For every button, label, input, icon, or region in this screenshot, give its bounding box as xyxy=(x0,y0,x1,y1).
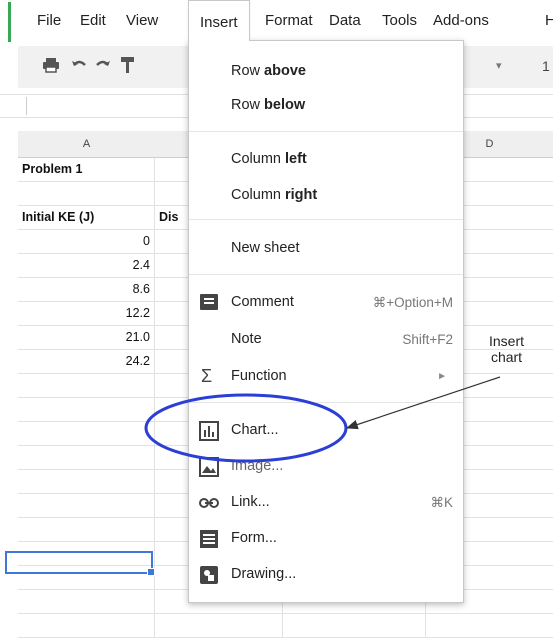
row-below-prefix: Row xyxy=(231,97,265,113)
cell-a8[interactable]: 21.0 xyxy=(18,326,155,349)
menu-view[interactable]: View xyxy=(126,12,158,30)
cell-d20[interactable] xyxy=(426,614,553,637)
menu-addons[interactable]: Add-ons xyxy=(433,12,489,30)
cell-a3[interactable]: Initial KE (J) xyxy=(18,206,155,229)
comment-icon xyxy=(199,293,219,313)
column-header-a[interactable]: A xyxy=(18,131,156,158)
menu-item-column-left[interactable]: Column left xyxy=(189,144,463,176)
form-icon xyxy=(199,529,219,549)
cell-c20[interactable] xyxy=(283,614,426,637)
menu-item-comment[interactable]: Comment ⌘+Option+M xyxy=(189,287,463,319)
menu-item-image[interactable]: Image... xyxy=(189,451,463,483)
row-above-prefix: Row xyxy=(231,63,265,79)
cell-a15[interactable] xyxy=(18,494,155,517)
annotation-line-2: chart xyxy=(490,349,523,365)
menu-item-note[interactable]: Note Shift+F2 xyxy=(189,324,463,356)
menu-tools[interactable]: Tools xyxy=(382,12,417,30)
menu-format[interactable]: Format xyxy=(265,12,313,30)
column-left-prefix: Column xyxy=(231,151,285,167)
menu-divider xyxy=(189,219,463,220)
link-label: Link... xyxy=(231,494,270,510)
undo-icon[interactable] xyxy=(70,56,88,79)
annotation-label: Insert chart xyxy=(489,333,524,365)
selected-cell[interactable] xyxy=(5,551,155,576)
redo-icon[interactable] xyxy=(94,56,112,79)
sigma-icon: Σ xyxy=(201,366,213,386)
chart-icon xyxy=(199,421,219,441)
insert-menu: Row above Row below Column left Column r… xyxy=(188,40,464,603)
column-right-bold: right xyxy=(285,187,318,203)
menu-data[interactable]: Data xyxy=(329,12,361,30)
chart-label: Chart... xyxy=(231,422,279,438)
row-below-bold: below xyxy=(264,97,306,113)
link-shortcut: ⌘K xyxy=(430,495,453,510)
cell-a16[interactable] xyxy=(18,518,155,541)
menu-file[interactable]: File xyxy=(37,12,61,30)
cell-a20[interactable] xyxy=(18,614,155,637)
comment-shortcut: ⌘+Option+M xyxy=(372,295,453,310)
menu-item-link[interactable]: Link... ⌘K xyxy=(189,487,463,519)
cell-a2[interactable] xyxy=(18,182,155,205)
function-label: Function xyxy=(231,368,287,384)
menu-divider xyxy=(189,402,463,403)
comment-label: Comment xyxy=(231,294,294,310)
cell-a13[interactable] xyxy=(18,446,155,469)
cell-a6[interactable]: 8.6 xyxy=(18,278,155,301)
note-label: Note xyxy=(231,331,262,347)
cell-a11[interactable] xyxy=(18,398,155,421)
cell-a19[interactable] xyxy=(18,590,155,613)
new-sheet-label: New sheet xyxy=(231,240,300,256)
note-shortcut: Shift+F2 xyxy=(402,332,453,347)
drawing-icon xyxy=(199,565,219,585)
table-row xyxy=(18,614,553,638)
column-left-bold: left xyxy=(285,151,307,167)
form-label: Form... xyxy=(231,530,277,546)
font-size-value[interactable]: 1 xyxy=(542,58,550,74)
cell-a9[interactable]: 24.2 xyxy=(18,350,155,373)
menu-item-column-right[interactable]: Column right xyxy=(189,180,463,212)
menu-bar: File Edit View Insert Format Data Tools … xyxy=(0,0,553,44)
cell-a5[interactable]: 2.4 xyxy=(18,254,155,277)
menu-help[interactable]: H xyxy=(545,12,553,30)
menu-item-function[interactable]: Σ Function ► xyxy=(189,361,463,393)
menu-insert[interactable]: Insert xyxy=(188,0,250,41)
cell-a4[interactable]: 0 xyxy=(18,230,155,253)
cell-a1[interactable]: Problem 1 xyxy=(18,158,155,181)
drawing-label: Drawing... xyxy=(231,566,297,582)
chevron-down-icon[interactable]: ▾ xyxy=(496,59,502,72)
menu-item-form[interactable]: Form... xyxy=(189,523,463,555)
image-icon xyxy=(199,457,219,477)
menu-item-chart[interactable]: Chart... xyxy=(189,415,463,447)
menu-item-row-above[interactable]: Row above xyxy=(189,56,463,88)
print-icon[interactable] xyxy=(42,56,60,79)
row-above-bold: above xyxy=(264,63,306,79)
cell-b20[interactable] xyxy=(155,614,283,637)
link-icon xyxy=(199,493,219,513)
menu-divider xyxy=(189,274,463,275)
formula-bar-divider xyxy=(26,97,27,115)
fill-handle[interactable] xyxy=(147,568,155,576)
cell-a10[interactable] xyxy=(18,374,155,397)
image-label: Image... xyxy=(231,458,284,474)
column-right-prefix: Column xyxy=(231,187,285,203)
menu-item-new-sheet[interactable]: New sheet xyxy=(189,233,463,265)
menu-accent-line xyxy=(8,2,11,42)
cell-a12[interactable] xyxy=(18,422,155,445)
chevron-right-icon: ► xyxy=(437,371,447,382)
menu-item-row-below[interactable]: Row below xyxy=(189,90,463,122)
annotation-line-1: Insert xyxy=(489,333,525,349)
cell-a7[interactable]: 12.2 xyxy=(18,302,155,325)
cell-a14[interactable] xyxy=(18,470,155,493)
paint-format-icon[interactable] xyxy=(120,56,136,79)
menu-divider xyxy=(189,131,463,132)
menu-edit[interactable]: Edit xyxy=(80,12,106,30)
menu-item-drawing[interactable]: Drawing... xyxy=(189,559,463,591)
